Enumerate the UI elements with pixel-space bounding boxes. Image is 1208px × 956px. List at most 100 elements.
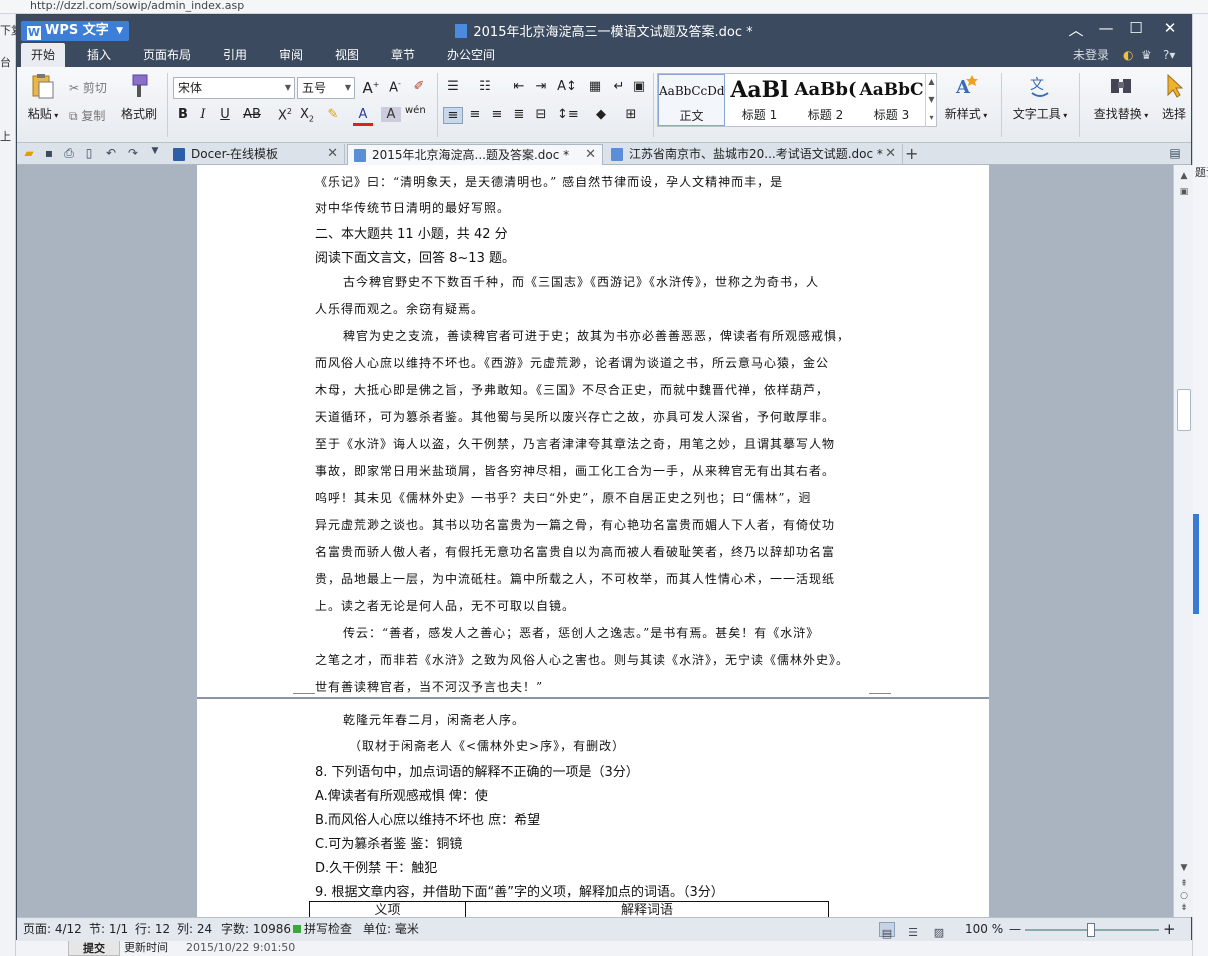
font-name-select[interactable]: 宋体 ▼	[173, 77, 295, 99]
tab-active-document[interactable]: 2015年北京海淀高...题及答案.doc * ✕	[347, 144, 603, 165]
redo-icon[interactable]: ↷	[125, 146, 141, 162]
cut-button[interactable]: ✂ 剪切	[69, 79, 107, 96]
underline-button[interactable]: U	[215, 107, 235, 122]
bold-button[interactable]: B	[173, 107, 193, 122]
scrollbar-thumb[interactable]	[1177, 389, 1191, 431]
tab-review[interactable]: 审阅	[271, 43, 311, 67]
word-count[interactable]: 字数: 10986	[221, 918, 291, 940]
font-color-button[interactable]: A	[353, 107, 373, 126]
scroll-down-icon[interactable]: ▼	[1177, 861, 1191, 875]
close-icon[interactable]: ✕	[885, 144, 896, 164]
skin-icon[interactable]: ◐	[1123, 43, 1133, 67]
style-heading-3[interactable]: AaBbC 标题 3	[858, 74, 925, 126]
decrease-indent-icon[interactable]: ⇤	[509, 79, 529, 94]
table-grid-icon[interactable]: ▦	[585, 79, 605, 94]
align-center-button[interactable]: ≡	[465, 107, 485, 122]
superscript-button[interactable]: X2	[275, 107, 295, 123]
print-icon[interactable]: ⎙	[61, 146, 77, 162]
document-page[interactable]: 乾隆元年春二月，闲斋老人序。 （取材于闲斋老人《<儒林外史>序》，有删改） 8.…	[197, 699, 989, 917]
justify-button[interactable]: ≣	[509, 107, 529, 122]
increase-indent-icon[interactable]: ⇥	[531, 79, 551, 94]
tab-view[interactable]: 视图	[327, 43, 367, 67]
phonetic-guide-icon[interactable]: wén	[405, 105, 426, 116]
show-hide-icon[interactable]: ▣	[629, 79, 649, 94]
subscript-button[interactable]: X2	[297, 107, 317, 124]
align-right-button[interactable]: ≡	[487, 107, 507, 122]
document-area[interactable]: 《乐记》曰：“清明象天，是天德清明也。” 感自然节律而设，孕人文精神而丰，是 对…	[17, 165, 1173, 917]
copy-label: 复制	[81, 109, 106, 123]
tab-home[interactable]: 开始	[21, 43, 65, 67]
cursor-icon	[1167, 73, 1184, 98]
number-list-icon[interactable]: ☷	[475, 79, 495, 94]
align-left-button[interactable]: ≡	[443, 107, 463, 124]
help-icon[interactable]: ?▾	[1163, 43, 1175, 67]
save-icon[interactable]: ▪	[41, 146, 57, 162]
unit-indicator[interactable]: 单位: 毫米	[363, 918, 419, 940]
select-button[interactable]: 选择	[1159, 73, 1189, 122]
bullet-list-icon[interactable]: ☰	[443, 79, 463, 94]
shirt-icon[interactable]: ♛	[1141, 43, 1152, 67]
next-page-icon[interactable]: ⇟	[1177, 901, 1191, 915]
page-indicator[interactable]: 页面: 4/12	[23, 918, 82, 940]
background-submit-button[interactable]: 提交	[68, 940, 120, 956]
distribute-button[interactable]: ⊟	[531, 107, 551, 122]
highlight-icon[interactable]: ✎	[323, 107, 343, 122]
scroll-up-icon[interactable]: ▲	[1177, 169, 1191, 183]
grow-font-icon[interactable]: A+	[361, 79, 381, 97]
close-icon[interactable]: ✕	[585, 145, 596, 165]
shrink-font-icon[interactable]: A-	[385, 79, 405, 95]
paste-button[interactable]: 粘贴 ▾	[23, 73, 63, 122]
new-style-button[interactable]: A 新样式 ▾	[941, 73, 991, 122]
zoom-out-icon[interactable]: —	[1009, 918, 1021, 940]
shading-icon[interactable]: ◆	[591, 107, 611, 122]
collapse-ribbon-icon[interactable]: ︿	[1061, 19, 1091, 40]
clear-format-icon[interactable]: ✐	[409, 79, 429, 94]
style-heading-1[interactable]: AaBl 标题 1	[726, 74, 793, 126]
minimize-button[interactable]: —	[1091, 19, 1121, 37]
style-normal[interactable]: AaBbCcDd 正文	[658, 74, 725, 126]
text-direction-icon[interactable]: A↕	[557, 79, 577, 94]
page-view-button[interactable]: ▤	[879, 922, 895, 940]
style-heading-2[interactable]: AaBb( 标题 2	[792, 74, 859, 126]
format-painter-button[interactable]: 格式刷	[119, 73, 159, 122]
vertical-scrollbar[interactable]: ▲ ▣ ▼ ⇞ ○ ⇟	[1173, 165, 1193, 917]
undo-icon[interactable]: ↶	[103, 146, 119, 162]
close-icon[interactable]: ✕	[327, 144, 338, 164]
border-icon[interactable]: ⊞	[621, 107, 641, 122]
tab-chapter[interactable]: 章节	[383, 43, 423, 67]
style-gallery-scroll[interactable]: ▲ ▼ ▾	[925, 73, 937, 127]
outline-view-button[interactable]: ☰	[905, 922, 921, 939]
line-spacing-icon[interactable]: ↕≡	[557, 107, 579, 122]
tab-references[interactable]: 引用	[215, 43, 255, 67]
tab-jiangsu-document[interactable]: 江苏省南京市、盐城市20...考试语文试题.doc * ✕	[605, 144, 903, 165]
tab-docer[interactable]: Docer-在线模板 ✕	[167, 144, 345, 165]
find-replace-button[interactable]: 查找替换 ▾	[1085, 73, 1157, 122]
document-title-text: 2015年北京海淀高三一模语文试题及答案.doc *	[473, 25, 753, 40]
char-shading-button[interactable]: A	[381, 107, 401, 122]
print-preview-icon[interactable]: ▯	[81, 146, 97, 162]
zoom-slider-thumb[interactable]	[1087, 923, 1095, 937]
new-tab-icon[interactable]: +	[905, 144, 918, 163]
login-status[interactable]: 未登录	[1073, 43, 1109, 67]
copy-button[interactable]: ⧉ 复制	[69, 107, 105, 124]
paragraph-mark-icon[interactable]: ↵	[609, 79, 629, 94]
document-tab-bar: ▰ ▪ ⎙ ▯ ↶ ↷ ▼ Docer-在线模板 ✕ 2015年北京海淀高...…	[17, 143, 1191, 165]
toggle-ruler-icon[interactable]: ▣	[1177, 185, 1191, 199]
open-folder-icon[interactable]: ▰	[21, 146, 37, 162]
quick-access-dropdown-icon[interactable]: ▼	[147, 146, 163, 162]
maximize-button[interactable]: ☐	[1121, 19, 1151, 37]
zoom-level[interactable]: 100 %	[965, 918, 1003, 940]
text-tools-button[interactable]: 文 文字工具 ▾	[1007, 73, 1073, 122]
tab-page-layout[interactable]: 页面布局	[135, 43, 199, 67]
strikethrough-button[interactable]: AB	[239, 107, 265, 122]
tab-office-space[interactable]: 办公空间	[439, 43, 503, 67]
spellcheck-toggle[interactable]: 拼写检查	[293, 918, 352, 940]
tab-insert[interactable]: 插入	[79, 43, 119, 67]
italic-button[interactable]: I	[193, 107, 213, 122]
tab-list-icon[interactable]: ▤	[1167, 146, 1183, 162]
zoom-in-icon[interactable]: +	[1163, 918, 1176, 940]
document-page[interactable]: 《乐记》曰：“清明象天，是天德清明也。” 感自然节律而设，孕人文精神而丰，是 对…	[197, 165, 989, 697]
font-size-select[interactable]: 五号 ▼	[297, 77, 355, 99]
close-button[interactable]: ✕	[1155, 19, 1185, 37]
web-view-button[interactable]: ▨	[931, 922, 947, 939]
